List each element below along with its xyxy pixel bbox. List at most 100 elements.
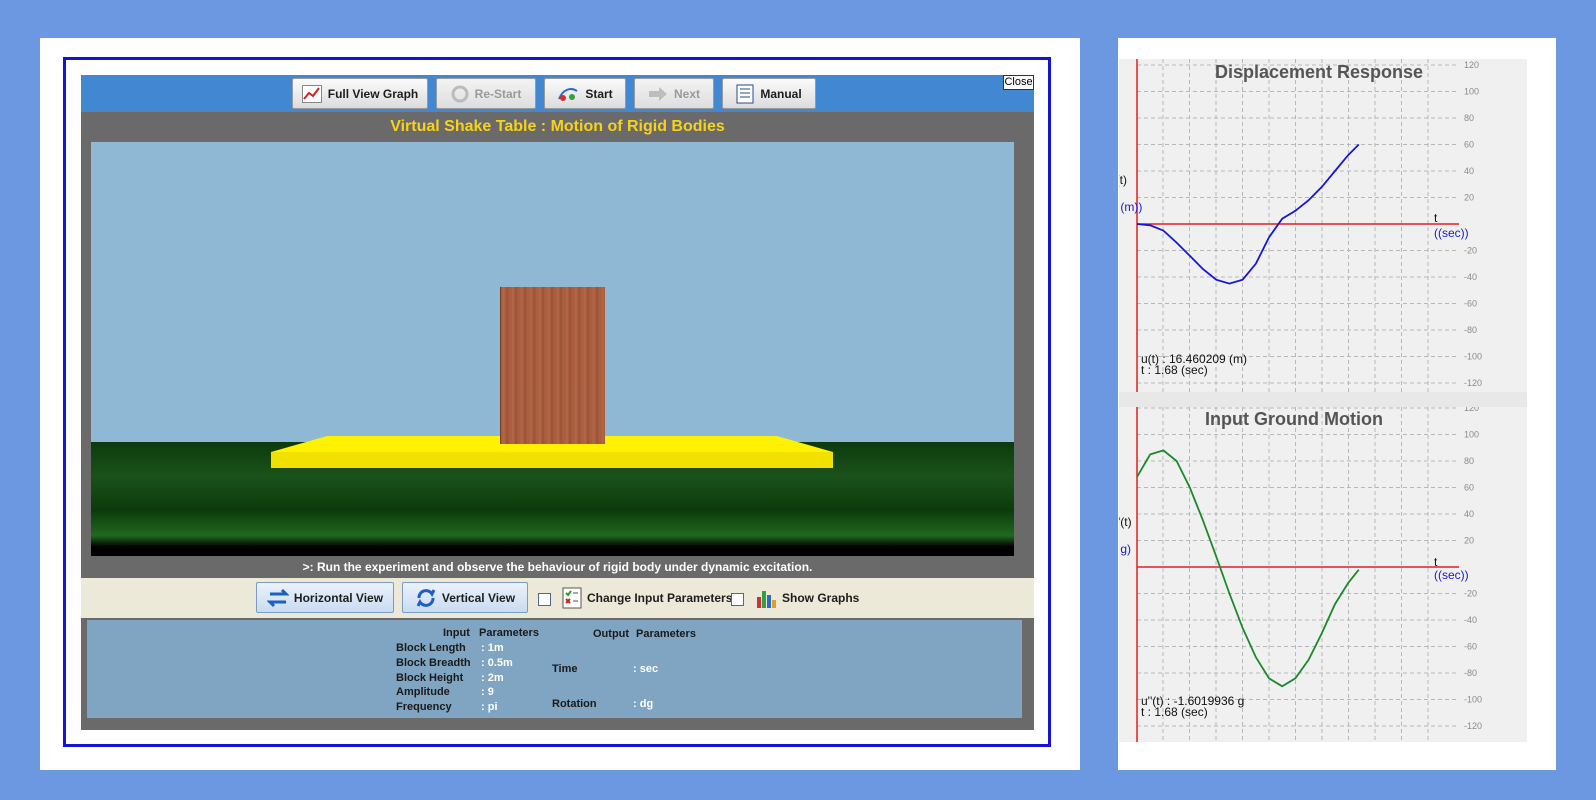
- show-graphs-label: Show Graphs: [782, 591, 860, 605]
- vertical-view-button[interactable]: Vertical View: [402, 582, 528, 613]
- simulation-frame: Full View Graph Re-Start Start Next Manu…: [63, 57, 1051, 747]
- view-controls-bar: Horizontal View Vertical View Change Inp…: [81, 578, 1034, 618]
- y-tick-label: -20: [1464, 589, 1477, 599]
- ground-yunit: ( g): [1119, 542, 1131, 556]
- change-input-label: Change Input Parameters: [587, 591, 733, 605]
- displacement-series-line: [1136, 143, 1360, 285]
- horizontal-arrows-icon: [266, 588, 289, 607]
- ground-motion-title: Input Ground Motion: [1205, 409, 1383, 429]
- y-tick-label: -40: [1464, 615, 1477, 625]
- graph-icon: [301, 84, 322, 103]
- show-graphs-control[interactable]: Show Graphs: [755, 585, 859, 611]
- output-header: Output: [593, 628, 630, 640]
- displacement-ylabel: u(t): [1119, 173, 1127, 187]
- param-value-block-length: : 1m: [481, 642, 504, 654]
- ground-grid: [1137, 407, 1459, 742]
- 3d-scene-viewport[interactable]: [91, 142, 1014, 556]
- y-tick-label: -80: [1464, 668, 1477, 678]
- displacement-readout-time: t : 1.68 (sec): [1141, 363, 1208, 377]
- output-name-time: Time: [552, 663, 578, 675]
- full-view-graph-button[interactable]: Full View Graph: [292, 78, 428, 109]
- shake-table-platform: [271, 452, 833, 468]
- simulation-window: Full View Graph Re-Start Start Next Manu…: [81, 75, 1034, 730]
- y-tick-label: 100: [1464, 430, 1479, 440]
- input-parameters-header: Parameters: [479, 627, 539, 639]
- y-tick-label: 120: [1464, 60, 1479, 70]
- y-tick-label: -100: [1464, 695, 1482, 705]
- start-label[interactable]: Start: [585, 87, 612, 101]
- y-tick-label: -120: [1464, 378, 1482, 388]
- rotate-icon: [416, 588, 436, 607]
- displacement-xlabel: t: [1434, 211, 1438, 225]
- ground-series-line: [1136, 449, 1360, 688]
- rigid-block: [500, 287, 605, 444]
- start-button[interactable]: Start: [544, 78, 626, 109]
- manual-button[interactable]: Manual: [722, 78, 816, 109]
- param-value-block-height: : 2m: [481, 672, 504, 684]
- displacement-response-graph: Displacement Response 120 100 80 60 40 20 -20 -…: [1119, 59, 1527, 392]
- y-tick-label: -60: [1464, 642, 1477, 652]
- graph-separator: [1119, 392, 1527, 407]
- simulation-title: Virtual Shake Table : Motion of Rigid Bo…: [390, 118, 725, 135]
- output-value-time: : sec: [633, 663, 659, 675]
- y-tick-label: -120: [1464, 721, 1482, 731]
- displacement-yunit: ( (m)): [1119, 200, 1142, 214]
- restart-label: Re-Start: [474, 86, 522, 101]
- change-input-checkbox[interactable]: [538, 593, 551, 606]
- displacement-grid: [1137, 59, 1459, 392]
- output-name-rotation: Rotation: [552, 698, 597, 710]
- manual-label: Manual: [760, 86, 802, 101]
- ground-readout-time: t : 1.68 (sec): [1141, 705, 1208, 719]
- param-name-frequency: Frequency: [396, 701, 452, 713]
- input-header: Input: [443, 627, 470, 639]
- displacement-chart-svg: Displacement Response 120 100 80 60 40 20 -20 -…: [1119, 59, 1482, 392]
- y-tick-label: -60: [1464, 299, 1477, 309]
- y-tick-label: 120: [1464, 407, 1479, 413]
- horizontal-view-label: Horizontal View: [293, 590, 384, 605]
- param-name-amplitude: Amplitude: [396, 686, 450, 698]
- parameters-panel: Input Parameters Output Parameters Block…: [87, 620, 1022, 718]
- y-tick-label: 40: [1464, 166, 1474, 176]
- param-name-block-breadth: Block Breadth: [396, 657, 471, 669]
- y-tick-label: 80: [1464, 113, 1474, 123]
- param-value-block-breadth: : 0.5m: [481, 657, 513, 669]
- restart-icon: [451, 85, 469, 102]
- param-name-block-height: Block Height: [396, 672, 464, 684]
- restart-button[interactable]: Re-Start: [436, 78, 536, 109]
- ground-xunit: ((sec)): [1434, 568, 1469, 582]
- manual-icon: [736, 84, 754, 103]
- param-value-amplitude: : 9: [481, 686, 494, 698]
- horizontal-view-button[interactable]: Horizontal View: [256, 582, 394, 613]
- full-view-graph-label: Full View Graph: [327, 86, 419, 101]
- input-ground-motion-graph: Input Ground Motion 120 100 80 60 40 20 -20 -40…: [1119, 407, 1527, 742]
- y-tick-label: 100: [1464, 87, 1479, 97]
- y-tick-label: -100: [1464, 352, 1482, 362]
- next-arrow-icon: [648, 86, 667, 101]
- close-button[interactable]: Close: [1003, 75, 1034, 90]
- change-input-parameters-control[interactable]: Change Input Parameters: [562, 585, 732, 611]
- y-tick-label: 20: [1464, 193, 1474, 203]
- toolbar: Full View Graph Re-Start Start Next Manu…: [81, 75, 1034, 112]
- y-tick-label: 40: [1464, 509, 1474, 519]
- param-name-block-length: Block Length: [396, 642, 466, 654]
- y-tick-label: 60: [1464, 483, 1474, 493]
- ground-motion-chart-svg: Input Ground Motion 120 100 80 60 40 20 -20 -40…: [1119, 407, 1482, 742]
- y-tick-label: 60: [1464, 140, 1474, 150]
- next-button[interactable]: Next: [634, 78, 714, 109]
- y-tick-label: -20: [1464, 246, 1477, 256]
- y-tick-label: -40: [1464, 272, 1477, 282]
- displacement-tick-labels: 120 100 80 60 40 20 -20 -40 -60 -80 -100 -120: [1464, 60, 1482, 388]
- show-graphs-checkbox[interactable]: [731, 593, 744, 606]
- checklist-icon: [562, 587, 582, 609]
- instruction-text: >: Run the experiment and observe the be…: [302, 560, 813, 574]
- displacement-title: Displacement Response: [1215, 62, 1423, 82]
- output-value-rotation: : dg: [633, 698, 654, 710]
- start-icon: [558, 87, 578, 101]
- ground-ylabel: u''(t): [1119, 515, 1132, 529]
- y-tick-label: 20: [1464, 536, 1474, 546]
- output-parameters-header: Parameters: [636, 628, 696, 640]
- next-label: Next: [673, 86, 700, 101]
- bar-chart-icon: [757, 591, 776, 608]
- y-tick-label: 80: [1464, 456, 1474, 466]
- vertical-view-label: Vertical View: [441, 590, 516, 605]
